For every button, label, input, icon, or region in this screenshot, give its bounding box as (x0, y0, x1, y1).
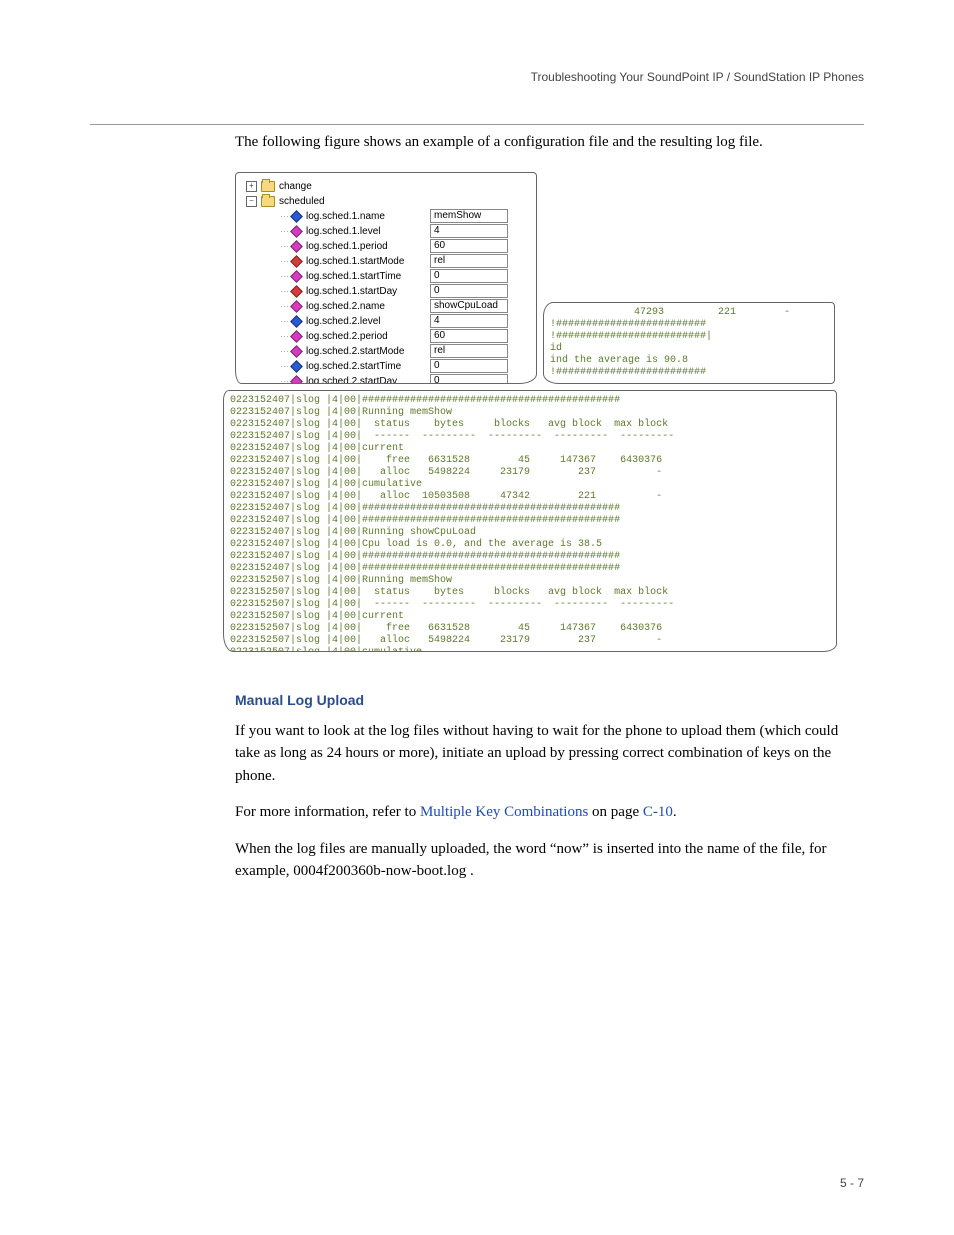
config-key: log.sched.2.startDay (306, 376, 397, 384)
config-value: showCpuLoad (430, 299, 508, 313)
tree-leaf: ⋯log.sched.1.level4 (244, 224, 532, 239)
log-text: 47293 221 - !######################### !… (544, 303, 834, 383)
text: . (673, 804, 677, 820)
tree-leaf: ⋯log.sched.1.startDay0 (244, 284, 532, 299)
config-value: 60 (430, 329, 508, 343)
tree-leaf: ⋯log.sched.2.startModerel (244, 344, 532, 359)
tree-leaf: ⋯log.sched.2.startTime0 (244, 359, 532, 374)
config-key: log.sched.1.startTime (306, 271, 401, 282)
text: For more information, refer to (235, 804, 420, 820)
tree-node-change: + change (244, 179, 532, 194)
config-tree-snippet: + change − scheduled ⋯log.sched.1.nameme… (235, 172, 537, 384)
diamond-icon (290, 345, 303, 358)
section-paragraph: For more information, refer to Multiple … (235, 801, 864, 824)
config-key: log.sched.2.startMode (306, 346, 404, 357)
diamond-icon (290, 255, 303, 268)
config-key: log.sched.1.startMode (306, 256, 404, 267)
config-value: memShow (430, 209, 508, 223)
tree-label: change (279, 181, 312, 192)
diamond-icon (290, 270, 303, 283)
figure-config-and-log: + change − scheduled ⋯log.sched.1.nameme… (235, 172, 835, 662)
config-key: log.sched.2.level (306, 316, 381, 327)
config-value: 60 (430, 239, 508, 253)
config-key: log.sched.2.name (306, 301, 385, 312)
tree-leaf: ⋯log.sched.1.period60 (244, 239, 532, 254)
diamond-icon (290, 240, 303, 253)
log-text: 0223152407|slog |4|00|##################… (224, 391, 836, 652)
collapse-icon: − (246, 196, 257, 207)
config-key: log.sched.1.period (306, 241, 388, 252)
config-value: 0 (430, 359, 508, 373)
tree-leaf: ⋯log.sched.1.startModerel (244, 254, 532, 269)
diamond-icon (290, 210, 303, 223)
section-paragraph: When the log files are manually uploaded… (235, 838, 864, 883)
expand-icon: + (246, 181, 257, 192)
text: on page (588, 804, 643, 820)
tree-label: scheduled (279, 196, 325, 207)
page-number: 5 - 7 (840, 1176, 864, 1190)
link-multiple-key-combinations[interactable]: Multiple Key Combinations (420, 804, 588, 820)
config-key: log.sched.1.startDay (306, 286, 397, 297)
config-value: 0 (430, 374, 508, 384)
tree-leaf: ⋯log.sched.2.level4 (244, 314, 532, 329)
link-page-ref[interactable]: C-10 (643, 804, 673, 820)
config-value: 0 (430, 269, 508, 283)
config-key: log.sched.2.period (306, 331, 388, 342)
diamond-icon (290, 285, 303, 298)
config-value: rel (430, 254, 508, 268)
diamond-icon (290, 360, 303, 373)
diamond-icon (290, 375, 303, 384)
tree-leaf: ⋯log.sched.1.namememShow (244, 209, 532, 224)
tree-leaf: ⋯log.sched.2.nameshowCpuLoad (244, 299, 532, 314)
config-key: log.sched.1.level (306, 226, 381, 237)
intro-paragraph: The following figure shows an example of… (235, 131, 864, 154)
config-value: 0 (430, 284, 508, 298)
header-rule (90, 124, 864, 125)
config-value: 4 (430, 224, 508, 238)
tree-leaf: ⋯log.sched.1.startTime0 (244, 269, 532, 284)
diamond-icon (290, 300, 303, 313)
folder-icon (261, 181, 275, 192)
config-value: 4 (430, 314, 508, 328)
tree-leaf: ⋯log.sched.2.startDay0 (244, 374, 532, 384)
diamond-icon (290, 225, 303, 238)
diamond-icon (290, 315, 303, 328)
diamond-icon (290, 330, 303, 343)
config-key: log.sched.1.name (306, 211, 385, 222)
section-heading-manual-log-upload: Manual Log Upload (235, 692, 864, 708)
running-header: Troubleshooting Your SoundPoint IP / Sou… (90, 70, 864, 84)
log-snippet-right: 47293 221 - !######################### !… (543, 302, 835, 384)
config-value: rel (430, 344, 508, 358)
config-key: log.sched.2.startTime (306, 361, 401, 372)
folder-icon (261, 196, 275, 207)
log-snippet-main: 0223152407|slog |4|00|##################… (223, 390, 837, 652)
tree-leaf: ⋯log.sched.2.period60 (244, 329, 532, 344)
tree-node-scheduled: − scheduled (244, 194, 532, 209)
section-paragraph: If you want to look at the log files wit… (235, 720, 864, 788)
